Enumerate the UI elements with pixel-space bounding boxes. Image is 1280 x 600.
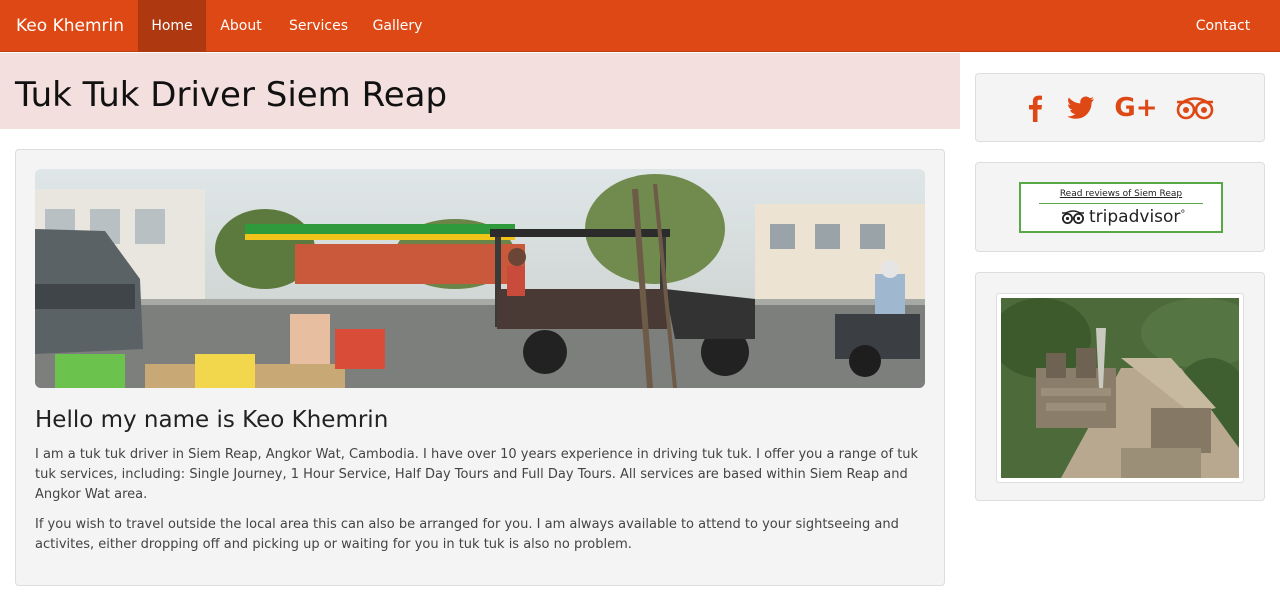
jumbotron: Tuk Tuk Driver Siem Reap — [0, 53, 960, 129]
tripadvisor-wordmark-suffix: ° — [1180, 208, 1186, 220]
page-title: Tuk Tuk Driver Siem Reap — [15, 75, 448, 115]
tripadvisor-wordmark: tripadvisor — [1089, 207, 1181, 227]
tripadvisor-logo: tripadvisor ° — [1061, 206, 1185, 228]
nav-home[interactable]: Home — [138, 0, 206, 52]
tripadvisor-reviews-link[interactable]: Read reviews of Siem Reap — [1021, 189, 1221, 199]
brand-link[interactable]: Keo Khemrin — [16, 0, 124, 52]
nav-about[interactable]: About — [206, 0, 276, 52]
photo-panel — [975, 272, 1265, 501]
nav-contact[interactable]: Contact — [1183, 0, 1263, 52]
intro-heading: Hello my name is Keo Khemrin — [35, 407, 389, 433]
hero-image — [35, 169, 925, 388]
intro-paragraph-1: I am a tuk tuk driver in Siem Reap, Angk… — [35, 447, 919, 502]
nav-services[interactable]: Services — [276, 0, 361, 52]
navbar: Keo Khemrin Home About Services Gallery … — [0, 0, 1280, 52]
tripadvisor-icon[interactable] — [1172, 90, 1218, 126]
facebook-icon[interactable] — [1020, 90, 1050, 126]
tripadvisor-badge[interactable]: Read reviews of Siem Reap tripadvisor ° — [1019, 182, 1223, 233]
intro-paragraph-2: If you wish to travel outside the local … — [35, 517, 899, 552]
owl-icon — [1062, 210, 1084, 224]
social-links-panel: G+ — [975, 73, 1265, 142]
angkor-temple-photo[interactable] — [991, 293, 1261, 483]
divider — [1039, 203, 1203, 204]
tripadvisor-panel: Read reviews of Siem Reap tripadvisor ° — [975, 162, 1265, 252]
twitter-icon[interactable] — [1064, 90, 1098, 126]
main-panel: Hello my name is Keo Khemrin I am a tuk … — [15, 149, 945, 586]
nav-gallery[interactable]: Gallery — [361, 0, 434, 52]
google-plus-icon[interactable]: G+ — [1114, 90, 1158, 126]
